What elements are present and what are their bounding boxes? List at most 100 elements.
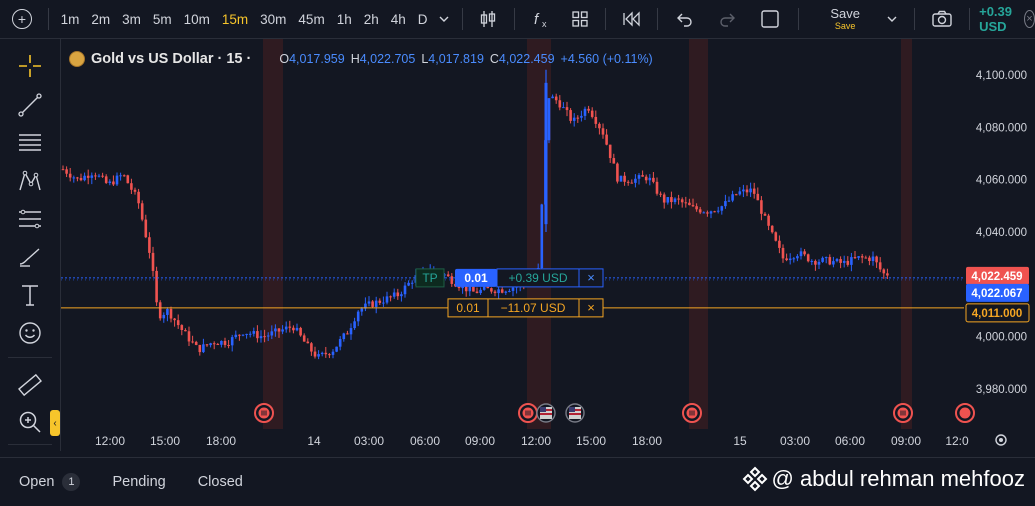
bid-price-tag: 4,022.067 (966, 283, 1029, 302)
time-axis[interactable]: 12:00 15:00 18:00 14 03:00 06:00 09:00 12:00 15:… (61, 429, 1035, 451)
candle-body (551, 96, 554, 99)
ruler-icon (18, 373, 42, 397)
candle-body (115, 175, 119, 185)
take-profit-order[interactable]: TP 0.01 +0.39 USD × (415, 268, 604, 288)
close-position-icon[interactable]: × (1024, 10, 1035, 28)
timeframe-30m[interactable]: 30m (254, 0, 292, 38)
candle-body (313, 351, 317, 357)
watermark: @ abdul rehman mehfooz (742, 466, 1025, 492)
timeframe-45m[interactable]: 45m (292, 0, 330, 38)
timeframe-5m[interactable]: 5m (147, 0, 178, 38)
price-axis[interactable]: 4,100.000 4,080.000 4,060.000 4,040.000 4,02… (964, 39, 1035, 429)
candle-body (227, 344, 230, 346)
candle-body (385, 296, 389, 303)
trendline-tool[interactable] (15, 90, 45, 120)
indicators-button[interactable]: fx (531, 0, 551, 38)
fib-tool[interactable] (15, 128, 45, 158)
toolbar-divider (604, 8, 606, 30)
timeframe-2m[interactable]: 2m (85, 0, 116, 38)
emoji-tool[interactable] (15, 318, 45, 348)
timeframe-10m[interactable]: 10m (178, 0, 216, 38)
replay-button[interactable] (621, 0, 641, 38)
candle-body (821, 257, 824, 262)
timeframe-2h[interactable]: 2h (358, 0, 385, 38)
timeframe-dropdown-button[interactable] (438, 0, 450, 38)
zoom-tool[interactable] (15, 407, 45, 437)
candle-body (785, 258, 788, 261)
redo-button[interactable] (718, 0, 736, 38)
price-chart[interactable]: TP 0.01 +0.39 USD × 0.01 −11.07 USD × 4,100.00… (61, 39, 1035, 451)
candle-body (590, 110, 594, 117)
timeframe-4h[interactable]: 4h (385, 0, 412, 38)
entry-close-icon[interactable]: × (587, 300, 595, 315)
candle-body (151, 252, 155, 271)
high-value: 4,022.705 (359, 52, 416, 66)
tab-pending[interactable]: Pending (112, 474, 165, 490)
measure-tool[interactable] (15, 370, 45, 400)
add-symbol-button[interactable]: + (0, 0, 42, 38)
text-tool[interactable] (15, 280, 45, 310)
crosshair-tool[interactable] (15, 51, 45, 81)
position-order[interactable]: 0.01 −11.07 USD × (447, 298, 604, 318)
candle-body (713, 211, 716, 213)
chart-area[interactable]: TP 0.01 +0.39 USD × 0.01 −11.07 USD × 4,100.00… (61, 39, 1035, 451)
save-dropdown-button[interactable] (886, 0, 898, 38)
candle-body (68, 173, 72, 178)
economic-event-marker-partial[interactable] (955, 403, 975, 423)
chart-type-button[interactable] (478, 0, 498, 38)
binance-logo-icon (742, 466, 767, 492)
spike-candle-body (544, 82, 548, 225)
candle-body (133, 189, 137, 192)
session-break-band (263, 39, 283, 429)
candle-body (731, 194, 734, 201)
us-flag-event-icon[interactable] (536, 403, 556, 423)
snapshot-button[interactable] (931, 0, 953, 38)
us-flag-event-icon[interactable] (565, 403, 585, 423)
session-break-band (901, 39, 912, 429)
timeframe-1h[interactable]: 1h (331, 0, 358, 38)
candle-body (83, 175, 86, 181)
candle-body (482, 286, 486, 290)
candle-body (371, 301, 374, 307)
candle-body (882, 269, 886, 274)
candle-body (86, 175, 90, 178)
layouts-button[interactable] (571, 0, 589, 38)
economic-event-marker[interactable] (254, 403, 274, 423)
tab-open[interactable]: Open 1 (19, 473, 81, 491)
function-icon: fx (534, 11, 547, 29)
symbol-title[interactable]: Gold vs US Dollar · 15 · (91, 51, 251, 67)
fullscreen-button[interactable] (760, 0, 780, 38)
economic-event-marker[interactable] (893, 403, 913, 423)
timeframe-D[interactable]: D (412, 0, 434, 38)
chevron-down-icon (887, 16, 897, 22)
candle-body (814, 260, 817, 265)
candle-body (61, 169, 65, 171)
save-sublabel: Save (834, 21, 856, 31)
candle-body (587, 108, 590, 111)
forecast-tool[interactable] (15, 204, 45, 234)
timeframe-3m[interactable]: 3m (116, 0, 147, 38)
tp-close-icon[interactable]: × (587, 270, 595, 285)
candle-body (864, 257, 868, 259)
toolbar-collapse-tab[interactable]: ‹ (50, 410, 60, 436)
candle-body (79, 178, 83, 181)
timeframe-1m[interactable]: 1m (55, 0, 86, 38)
candle-body (108, 181, 112, 183)
time-tick-label: 03:00 (780, 434, 810, 448)
brush-tool[interactable] (15, 242, 45, 272)
candle-body (306, 341, 310, 344)
price-tick-label: 4,000.000 (976, 332, 1027, 344)
economic-event-marker[interactable] (518, 403, 538, 423)
timeframe-15m[interactable]: 15m (216, 0, 254, 38)
toolbar-divider (797, 8, 799, 30)
tab-closed[interactable]: Closed (198, 474, 243, 490)
candle-body (580, 115, 583, 118)
pattern-tool[interactable] (15, 166, 45, 196)
economic-event-marker[interactable] (682, 403, 702, 423)
candle-body (763, 213, 767, 216)
save-button[interactable]: Save Save (830, 7, 860, 31)
candle-body (871, 256, 875, 261)
undo-button[interactable] (676, 0, 694, 38)
tab-closed-label: Closed (197, 474, 243, 490)
gold-symbol-icon (69, 51, 85, 67)
